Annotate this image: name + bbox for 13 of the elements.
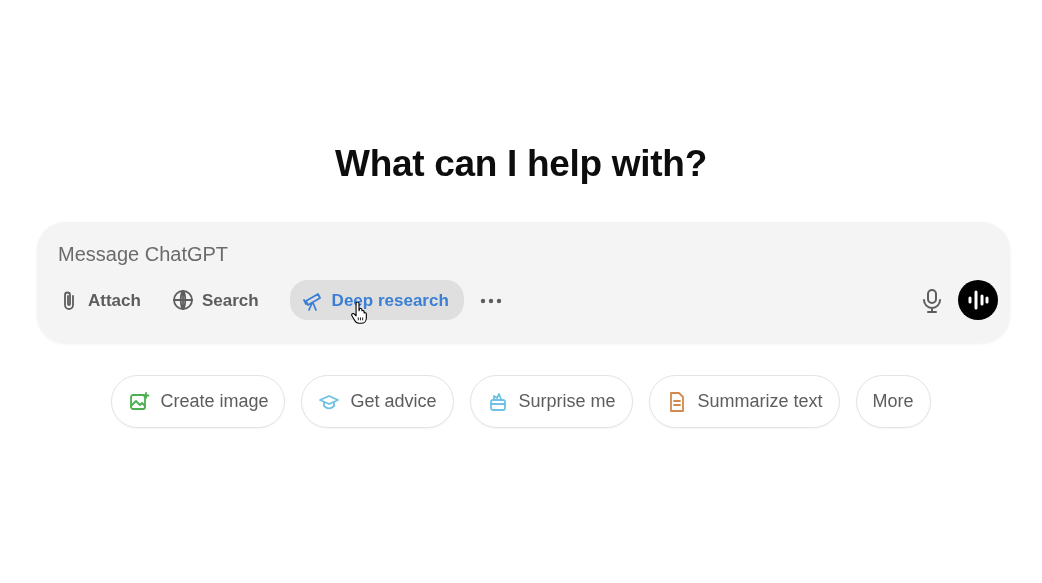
tool-button[interactable]: Search	[171, 280, 274, 321]
suggestion-chip[interactable]: Surprise me	[469, 375, 633, 429]
globe-icon	[171, 289, 194, 312]
microphone-icon[interactable]	[922, 288, 942, 313]
tool-button[interactable]: Attach	[58, 280, 156, 321]
voice-mode-button[interactable]	[958, 280, 998, 321]
suggestion-chip[interactable]: Summarize text	[648, 375, 840, 429]
suggestion-chip[interactable]: More	[855, 375, 931, 429]
suggestion-chip[interactable]: Get advice	[301, 375, 454, 429]
message-field[interactable]: Message ChatGPT Attach Search Deep research	[37, 222, 1010, 344]
suggestion-chip[interactable]: Create image	[111, 375, 286, 429]
heading: What can I help with?	[334, 142, 708, 186]
waveform-icon	[967, 290, 989, 311]
